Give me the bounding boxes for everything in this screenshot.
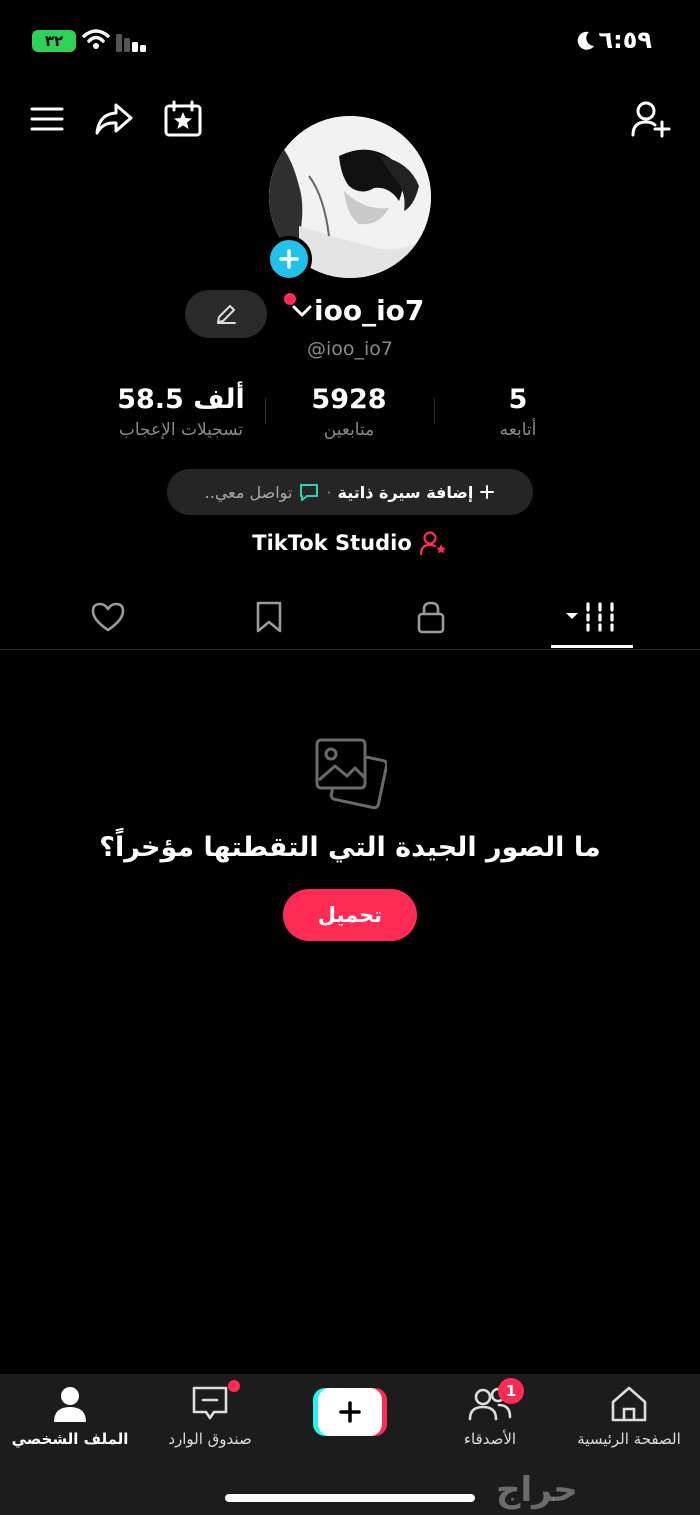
tab-private[interactable] [391,588,471,646]
bio-actions[interactable]: إضافة سيرة ذاتية · تواصل معي.. [167,469,533,515]
chevron-down-icon [292,305,312,316]
profile-icon [54,1387,86,1422]
calendar-star-icon[interactable] [162,98,204,140]
nav-home-label: الصفحة الرئيسية [577,1430,681,1448]
username-handle: @ioo_io7 [306,338,394,360]
likes-count: 58.5 ألف [117,384,245,415]
menu-icon[interactable] [26,98,68,140]
heart-icon [91,602,125,632]
tiktok-studio-link[interactable]: TikTok Studio [0,530,700,556]
lock-icon [417,601,445,634]
inbox-notification-dot [228,1380,240,1392]
nav-inbox-label: صندوق الوارد [168,1430,252,1448]
following-count: 5 [508,384,528,415]
stat-divider [265,398,266,424]
plus-icon [339,1401,361,1423]
stat-divider [434,398,435,424]
clock: ٦:٥٩ [598,26,652,54]
account-switcher[interactable]: ioo_io7 [290,294,424,327]
separator: · [326,482,332,502]
nav-home[interactable]: الصفحة الرئيسية [564,1384,694,1454]
nav-friends-label: الأصدقاء [463,1430,517,1448]
friends-badge: 1 [498,1378,524,1404]
upload-button[interactable]: تحميل [283,889,417,941]
add-bio-label: إضافة سيرة ذاتية [337,482,474,502]
battery-indicator: ٣٢ [32,30,76,52]
plus-icon [480,485,495,499]
create-button[interactable] [313,1388,387,1436]
tab-favorites[interactable] [229,588,309,646]
tab-liked[interactable] [68,588,148,646]
home-indicator[interactable] [225,1494,475,1502]
studio-label: TikTok Studio [252,531,412,555]
followers-label: متابعين [323,420,375,440]
creator-star-icon [419,531,446,556]
nav-inbox[interactable]: صندوق الوارد [145,1380,275,1454]
likes-label: تسجيلات الإعجاب [118,420,244,440]
wifi-icon [82,29,110,49]
pencil-icon [217,305,236,324]
watermark: حراج [496,1470,578,1510]
inbox-icon [192,1386,228,1420]
contact-label: تواصل معي.. [204,482,293,502]
photos-icon [315,738,387,810]
followers-stat[interactable]: 5928 متابعين [259,382,439,440]
home-icon [611,1386,647,1422]
followers-count: 5928 [311,384,387,415]
edit-profile-button[interactable] [185,290,267,338]
display-name: ioo_io7 [314,294,425,327]
tab-videos[interactable] [551,588,631,646]
following-stat[interactable]: 5 أتابعه [428,382,608,440]
following-label: أتابعه [499,420,537,440]
likes-stat[interactable]: 58.5 ألف تسجيلات الإعجاب [91,382,271,440]
nav-friends[interactable]: 1 الأصدقاء [425,1378,555,1454]
bookmark-icon [256,601,282,633]
chat-bubble-icon [300,484,319,501]
grid-icon [566,602,614,632]
status-bar: ٣٢ ٦:٥٩ [0,0,700,80]
signal-icon [116,34,146,52]
share-icon[interactable] [93,98,135,140]
active-tab-indicator [551,645,633,648]
nav-profile-label: الملف الشخصي [11,1430,129,1448]
moon-icon [577,31,594,50]
profile-stats: 58.5 ألف تسجيلات الإعجاب 5928 متابعين 5 … [0,382,700,452]
empty-state-title: ما الصور الجيدة التي التقطتها مؤخراً؟ [99,832,601,863]
add-friend-icon[interactable] [630,98,672,140]
add-avatar-button[interactable] [266,236,312,282]
nav-profile[interactable]: الملف الشخصي [5,1384,135,1454]
profile-tabs [0,588,700,650]
